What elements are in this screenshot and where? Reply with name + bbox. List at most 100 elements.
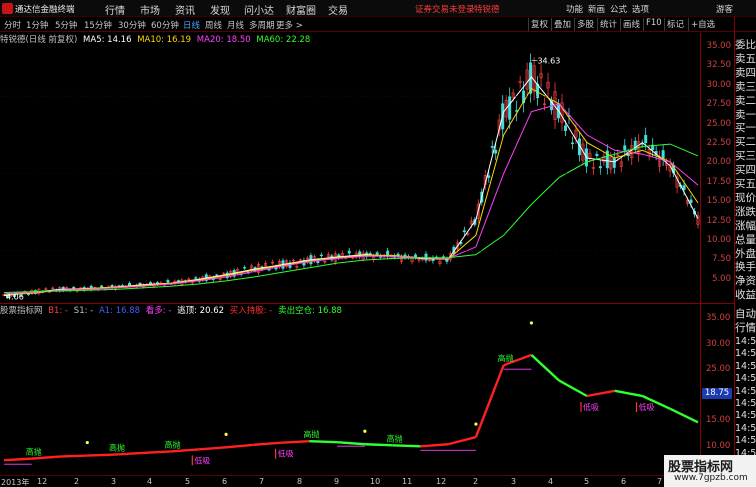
tab-1min[interactable]: 1分钟 <box>26 19 48 31</box>
candle-body <box>598 166 602 169</box>
candle-body <box>319 254 323 257</box>
candle-body <box>424 253 428 261</box>
biaoji-button[interactable]: 标记 <box>664 18 686 31</box>
guest-account[interactable]: 游客 <box>716 3 733 15</box>
quote-field-label[interactable]: 换手 <box>735 259 756 274</box>
quote-field-label[interactable]: 买四 <box>735 162 756 177</box>
auto-quote-header[interactable]: 行情 <box>735 320 756 335</box>
menu-xuanxiang[interactable]: 选项 <box>632 3 649 15</box>
huaxian-button[interactable]: 画线 <box>620 18 642 31</box>
fuquan-button[interactable]: 复权 <box>528 18 550 31</box>
login-status[interactable]: 证券交易未登录 <box>415 3 475 15</box>
quote-field-label[interactable]: 现价 <box>735 190 756 205</box>
tab-multi-period[interactable]: 多周期 <box>249 19 275 31</box>
date-tick-label: 2013年 <box>1 478 30 487</box>
date-tick-label: 3 <box>111 477 117 486</box>
menu-shichang[interactable]: 市场 <box>140 2 160 17</box>
quote-field-label[interactable]: 买一 <box>735 120 756 135</box>
price-tick-label: 27.50 <box>706 99 731 110</box>
quote-field-label[interactable]: 收益 <box>735 287 756 302</box>
diejia-button[interactable]: 叠加 <box>551 18 573 31</box>
tab-30min[interactable]: 30分钟 <box>118 19 146 31</box>
f10-button[interactable]: F10 <box>643 18 664 31</box>
price-tick-label: 12.50 <box>706 215 731 226</box>
tab-15min[interactable]: 15分钟 <box>84 19 112 31</box>
peak-price-label: 34.63 <box>537 56 560 65</box>
tab-fenshi[interactable]: 分时 <box>4 19 21 31</box>
quote-field-label[interactable]: 外盘 <box>735 246 756 261</box>
kline-chart[interactable]: 34.634.06高抛 高抛 高抛高抛 高抛高抛低吸低吸低吸 低吸 <box>0 33 734 475</box>
menu-jiaoyi[interactable]: 交易 <box>328 2 348 17</box>
quote-field-label[interactable]: 总量 <box>735 232 756 247</box>
indicator-segment <box>114 451 143 456</box>
date-tick-label: 6 <box>621 477 627 486</box>
tab-weekly[interactable]: 周线 <box>205 19 222 31</box>
quote-field-label[interactable]: 净资 <box>735 273 756 288</box>
tab-5min[interactable]: 5分钟 <box>55 19 77 31</box>
tab-60min[interactable]: 60分钟 <box>151 19 179 31</box>
date-tick-label: 4 <box>548 477 554 486</box>
menu-gongshi[interactable]: 公式 <box>610 3 627 15</box>
add-watchlist-button[interactable]: +自选 <box>688 18 717 31</box>
candle-body <box>490 146 494 148</box>
sell-empty-value: 卖出空仓: 16.88 <box>278 306 342 316</box>
indicator-name: 股票指标网 <box>0 306 43 316</box>
quote-field-label[interactable]: 买五 <box>735 176 756 191</box>
tongji-button[interactable]: 统计 <box>597 18 619 31</box>
candle-body <box>689 199 693 203</box>
date-tick-label: 11 <box>402 477 413 486</box>
menu-zixun[interactable]: 资讯 <box>175 2 195 17</box>
period-toolbar: 分时 1分钟 5分钟 15分钟 30分钟 60分钟 日线 周线 月线 多周期 更… <box>0 17 756 32</box>
tab-daily[interactable]: 日线 <box>183 19 200 31</box>
date-tick-label: 2 <box>473 477 479 486</box>
indicator-segment <box>281 439 310 444</box>
s1-value: S1: - <box>73 306 94 316</box>
tick-time: 14:56 <box>735 435 756 447</box>
price-tick-label: 20.00 <box>706 157 731 168</box>
date-axis: 2013年12234567891011122345678 <box>0 475 734 487</box>
candle-body <box>462 230 466 233</box>
price-tick-label: 15.00 <box>706 196 731 207</box>
date-tick-label: 5 <box>584 477 590 486</box>
menu-xinhua[interactable]: 新画 <box>588 3 605 15</box>
indicator-tick-label: 25.00 <box>706 364 731 375</box>
indicator-segment <box>530 354 561 382</box>
duogu-button[interactable]: 多股 <box>574 18 596 31</box>
quote-field-label[interactable]: 委比 <box>735 37 756 52</box>
auto-quote-header[interactable]: 自动 <box>735 306 756 321</box>
price-tick-label: 17.50 <box>706 176 731 187</box>
menu-gongneng[interactable]: 功能 <box>566 3 583 15</box>
quote-field-label[interactable]: 卖五 <box>735 51 756 66</box>
quote-field-label[interactable]: 涨跌 <box>735 204 756 219</box>
menu-hangqing[interactable]: 行情 <box>105 2 125 17</box>
a1-value: A1: 16.88 <box>98 306 141 316</box>
quote-field-label[interactable]: 买三 <box>735 148 756 163</box>
date-tick-label: 6 <box>222 477 228 486</box>
quote-field-label[interactable]: 卖一 <box>735 107 756 122</box>
menu-caifuquan[interactable]: 财富圈 <box>286 2 316 17</box>
date-tick-label: 12 <box>436 477 447 486</box>
indicator-segment <box>309 439 338 444</box>
start-price-label: 4.06 <box>6 293 24 302</box>
ma-line-ma60 <box>3 143 699 293</box>
quote-field-label[interactable]: 卖三 <box>735 79 756 94</box>
buy-hold-value: 买入持股: - <box>229 306 273 316</box>
menu-wenxiaoda[interactable]: 问小达 <box>244 2 274 17</box>
tab-more[interactable]: 更多 > <box>276 19 303 31</box>
date-tick-label: 5 <box>185 477 191 486</box>
candle-body <box>267 268 271 271</box>
quote-field-label[interactable]: 卖二 <box>735 93 756 108</box>
tab-monthly[interactable]: 月线 <box>227 19 244 31</box>
quote-field-label[interactable]: 涨幅 <box>735 218 756 233</box>
menu-faxian[interactable]: 发现 <box>210 2 230 17</box>
price-tick-label: 7.50 <box>712 254 731 265</box>
date-tick-label: 8 <box>297 477 303 486</box>
quote-field-label[interactable]: 买二 <box>735 134 756 149</box>
indicator-segment <box>3 457 32 462</box>
candle-body <box>682 185 686 190</box>
ma-line-ma5 <box>3 76 699 297</box>
quote-field-label[interactable]: 卖四 <box>735 65 756 80</box>
signal-dot <box>224 432 228 436</box>
signal-dot <box>85 440 89 445</box>
signal-dot <box>363 429 367 433</box>
